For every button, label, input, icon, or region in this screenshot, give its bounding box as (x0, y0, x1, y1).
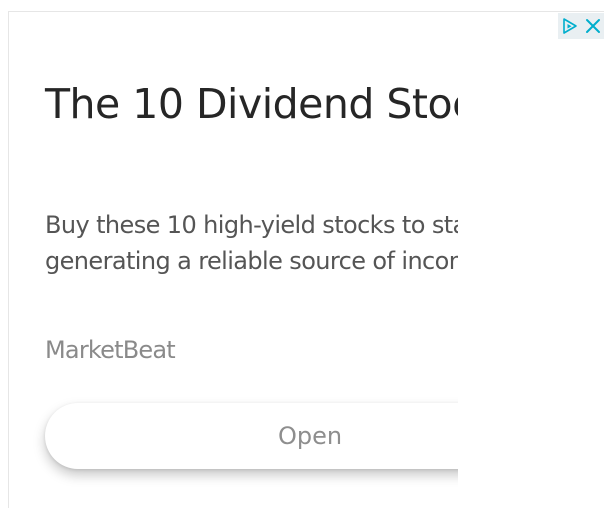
close-icon[interactable] (582, 13, 604, 39)
open-button[interactable]: Open (45, 403, 458, 469)
ad-headline[interactable]: The 10 Dividend Stocks To Buy (45, 78, 458, 130)
ad-body-text[interactable]: Buy these 10 high-yield stocks to start … (45, 207, 458, 279)
ad-content[interactable]: The 10 Dividend Stocks To Buy Buy these … (0, 0, 458, 508)
advertiser-name[interactable]: MarketBeat (45, 334, 176, 366)
adchoices-badge[interactable] (558, 13, 604, 39)
adchoices-triangle-icon[interactable] (558, 13, 582, 39)
